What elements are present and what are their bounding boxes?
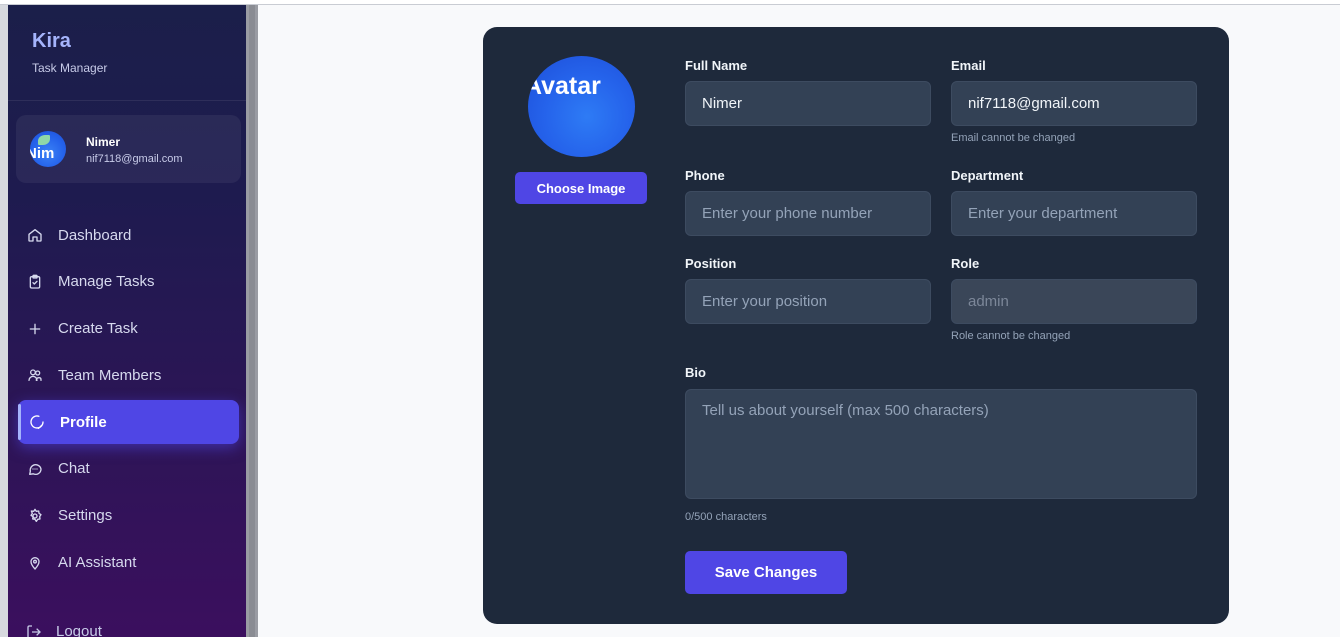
divider (8, 100, 246, 101)
email-hint: Email cannot be changed (951, 132, 1076, 144)
user-name: Nimer (86, 135, 121, 149)
position-input[interactable] (685, 279, 931, 324)
role-hint: Role cannot be changed (951, 330, 1071, 342)
sidebar-item-chat[interactable]: Chat (8, 447, 246, 491)
sidebar-item-label: Manage Tasks (58, 273, 155, 291)
email-label: Email (951, 58, 986, 73)
window-left-edge (0, 0, 8, 637)
sidebar-item-label: Chat (58, 460, 90, 478)
sidebar-item-label: Settings (58, 507, 113, 525)
profile-avatar: Avatar (528, 56, 635, 157)
email-field[interactable] (951, 81, 1197, 126)
sidebar-nav: Dashboard Manage Tasks Create Task Team … (8, 213, 246, 587)
avatar: Nim (30, 131, 66, 167)
sidebar-item-label: Dashboard (58, 226, 132, 244)
brand: Kira Task Manager (32, 30, 107, 75)
sidebar-item-team-members[interactable]: Team Members (8, 353, 246, 397)
phone-label: Phone (685, 168, 725, 183)
sidebar-item-manage-tasks[interactable]: Manage Tasks (8, 260, 246, 304)
brand-subtitle: Task Manager (32, 61, 108, 75)
avatar-text: Nim (30, 145, 55, 162)
clipboard-icon (26, 273, 44, 291)
department-input[interactable] (951, 191, 1197, 236)
plus-icon (26, 320, 44, 338)
sidebar-item-label: Create Task (58, 320, 138, 338)
bio-textarea[interactable] (685, 389, 1197, 499)
role-label: Role (951, 256, 980, 271)
sidebar-item-create-task[interactable]: Create Task (8, 307, 246, 351)
leaf-icon (38, 135, 50, 145)
loader-icon (28, 413, 46, 431)
role-field (951, 279, 1197, 324)
sidebar-item-label: Profile (60, 413, 107, 431)
save-changes-button[interactable]: Save Changes (685, 551, 847, 594)
logout-label: Logout (56, 623, 102, 637)
bio-char-counter: 0/500 characters (685, 511, 767, 523)
message-icon (26, 460, 44, 478)
sidebar-item-profile[interactable]: Profile (18, 400, 239, 445)
sidebar-resize-handle[interactable] (246, 5, 258, 637)
choose-image-button[interactable]: Choose Image (515, 172, 647, 204)
users-icon (26, 366, 44, 384)
gear-icon (26, 507, 44, 525)
avatar-text: Avatar (528, 72, 601, 100)
location-pin-icon (26, 554, 44, 572)
user-card[interactable]: Nim Nimer nif7118@gmail.com (16, 115, 241, 183)
home-icon (26, 226, 44, 244)
position-label: Position (685, 256, 737, 271)
logout-button[interactable]: Logout (26, 623, 102, 637)
full-name-input[interactable] (685, 81, 931, 126)
full-name-label: Full Name (685, 58, 748, 73)
user-email: nif7118@gmail.com (86, 153, 183, 165)
sidebar-item-label: AI Assistant (58, 554, 137, 572)
sidebar-item-dashboard[interactable]: Dashboard (8, 213, 246, 257)
window-top-edge (0, 0, 1340, 5)
department-label: Department (951, 168, 1024, 183)
logout-icon (27, 624, 41, 637)
sidebar: Kira Task Manager Nim Nimer nif7118@gmai… (8, 5, 246, 637)
profile-card: Avatar Choose Image Full Name Email Emai… (483, 27, 1229, 624)
sidebar-item-label: Team Members (58, 366, 162, 384)
sidebar-item-settings[interactable]: Settings (8, 494, 246, 538)
phone-input[interactable] (685, 191, 931, 236)
bio-label: Bio (685, 365, 706, 380)
brand-name: Kira (32, 30, 71, 52)
sidebar-item-ai-assistant[interactable]: AI Assistant (8, 541, 246, 585)
